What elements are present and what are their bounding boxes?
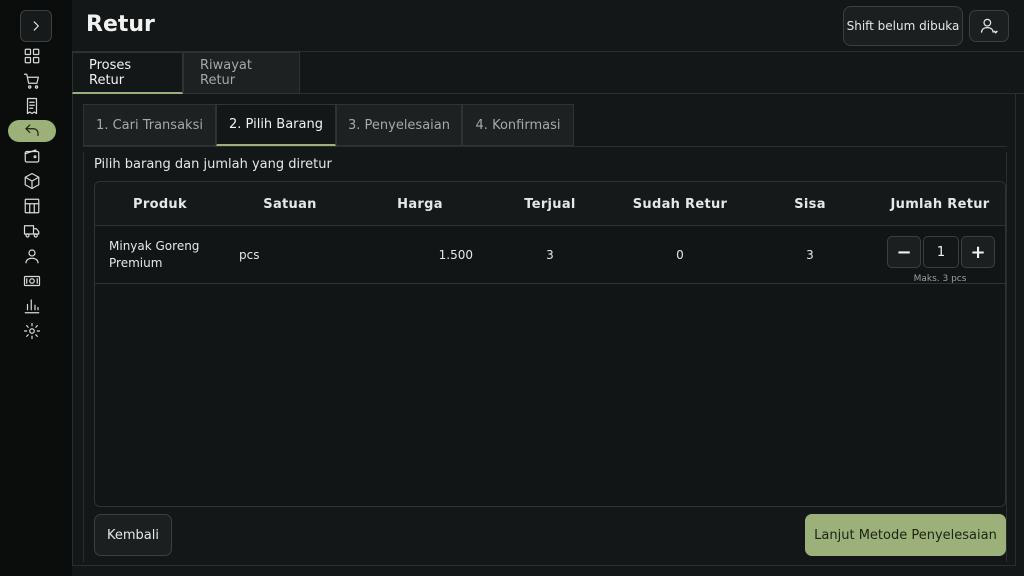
header-satuan: Satuan — [263, 196, 317, 212]
nav-item-settings[interactable] — [8, 320, 56, 342]
quantity-input[interactable]: 1 — [923, 236, 959, 268]
nav-item-cash[interactable] — [8, 270, 56, 292]
cell-produk: Minyak Goreng Premium — [109, 239, 200, 270]
nav-item-returns[interactable] — [8, 120, 56, 142]
nav-item-customers[interactable] — [8, 245, 56, 267]
expand-sidebar-button[interactable] — [20, 10, 52, 42]
tab-proses-retur[interactable]: Proses Retur — [72, 52, 183, 94]
header: Retur Shift belum dibuka — [72, 0, 1024, 52]
decrease-button[interactable]: − — [887, 236, 921, 268]
cell-sudah-retur: 0 — [676, 248, 684, 262]
increase-button[interactable]: + — [961, 236, 995, 268]
sidebar — [0, 0, 72, 576]
nav-item-transactions[interactable] — [8, 95, 56, 117]
nav-item-sales[interactable] — [8, 70, 56, 92]
step-pilih-barang[interactable]: 2. Pilih Barang — [216, 104, 336, 146]
max-quantity-hint: Maks. 3 pcs — [913, 274, 967, 284]
receipt-icon — [26, 97, 38, 115]
nav-item-reports[interactable] — [8, 295, 56, 317]
cell-satuan: pcs — [239, 248, 260, 262]
nav-item-suppliers[interactable] — [8, 220, 56, 242]
wallet-icon — [24, 149, 40, 163]
bar-chart-icon — [24, 299, 40, 314]
divider — [83, 146, 1007, 147]
user-menu-button[interactable] — [969, 10, 1009, 42]
cell-sisa: 3 — [806, 248, 814, 262]
tab-riwayat-retur[interactable]: Riwayat Retur — [183, 52, 300, 94]
items-table: Produk Satuan Harga Terjual Sudah Retur … — [94, 181, 1006, 507]
header-jumlah-retur: Jumlah Retur — [890, 196, 990, 212]
cell-terjual: 3 — [546, 248, 554, 262]
nav-item-wallet[interactable] — [8, 145, 56, 167]
nav-item-dashboard[interactable] — [8, 45, 56, 67]
cart-icon — [23, 73, 39, 89]
user-icon — [25, 249, 39, 264]
table-icon — [24, 198, 40, 214]
next-step-button[interactable]: Lanjut Metode Penyelesaian — [805, 514, 1006, 556]
truck-icon — [23, 225, 40, 238]
grid-icon — [24, 48, 40, 64]
return-icon — [25, 124, 39, 137]
main-area: Retur Shift belum dibuka Proses Retur Ri… — [72, 0, 1024, 576]
return-process-panel: 1. Cari Transaksi 2. Pilih Barang 3. Pen… — [72, 94, 1016, 566]
cell-harga: 1.500 — [438, 248, 473, 262]
chevron-right-icon — [33, 21, 39, 31]
main-tabs: Proses Retur Riwayat Retur — [72, 52, 1024, 94]
header-terjual: Terjual — [524, 196, 576, 212]
nav-item-stock[interactable] — [8, 195, 56, 217]
header-harga: Harga — [397, 196, 443, 212]
quantity-stepper: − 1 + — [887, 236, 995, 268]
page-title: Retur — [86, 12, 155, 37]
step-penyelesaian[interactable]: 3. Penyelesaian — [336, 104, 462, 146]
header-sisa: Sisa — [794, 196, 826, 212]
header-produk: Produk — [133, 196, 187, 212]
step-cari-transaksi[interactable]: 1. Cari Transaksi — [83, 104, 216, 146]
step-konfirmasi[interactable]: 4. Konfirmasi — [462, 104, 574, 146]
table-row: Minyak Goreng Premium pcs 1.500 3 0 3 − … — [95, 226, 1005, 284]
instruction-text: Pilih barang dan jumlah yang diretur — [94, 157, 332, 172]
step-content: Pilih barang dan jumlah yang diretur Pro… — [83, 152, 1007, 562]
cash-icon — [23, 275, 41, 287]
nav-item-products[interactable] — [8, 170, 56, 192]
header-sudah-retur: Sudah Retur — [632, 196, 728, 212]
table-header: Produk Satuan Harga Terjual Sudah Retur … — [95, 182, 1005, 226]
shift-status-button[interactable]: Shift belum dibuka — [843, 6, 963, 46]
gear-icon — [23, 322, 41, 340]
box-icon — [24, 172, 40, 190]
back-button[interactable]: Kembali — [94, 514, 172, 556]
user-dropdown-icon — [980, 18, 998, 34]
